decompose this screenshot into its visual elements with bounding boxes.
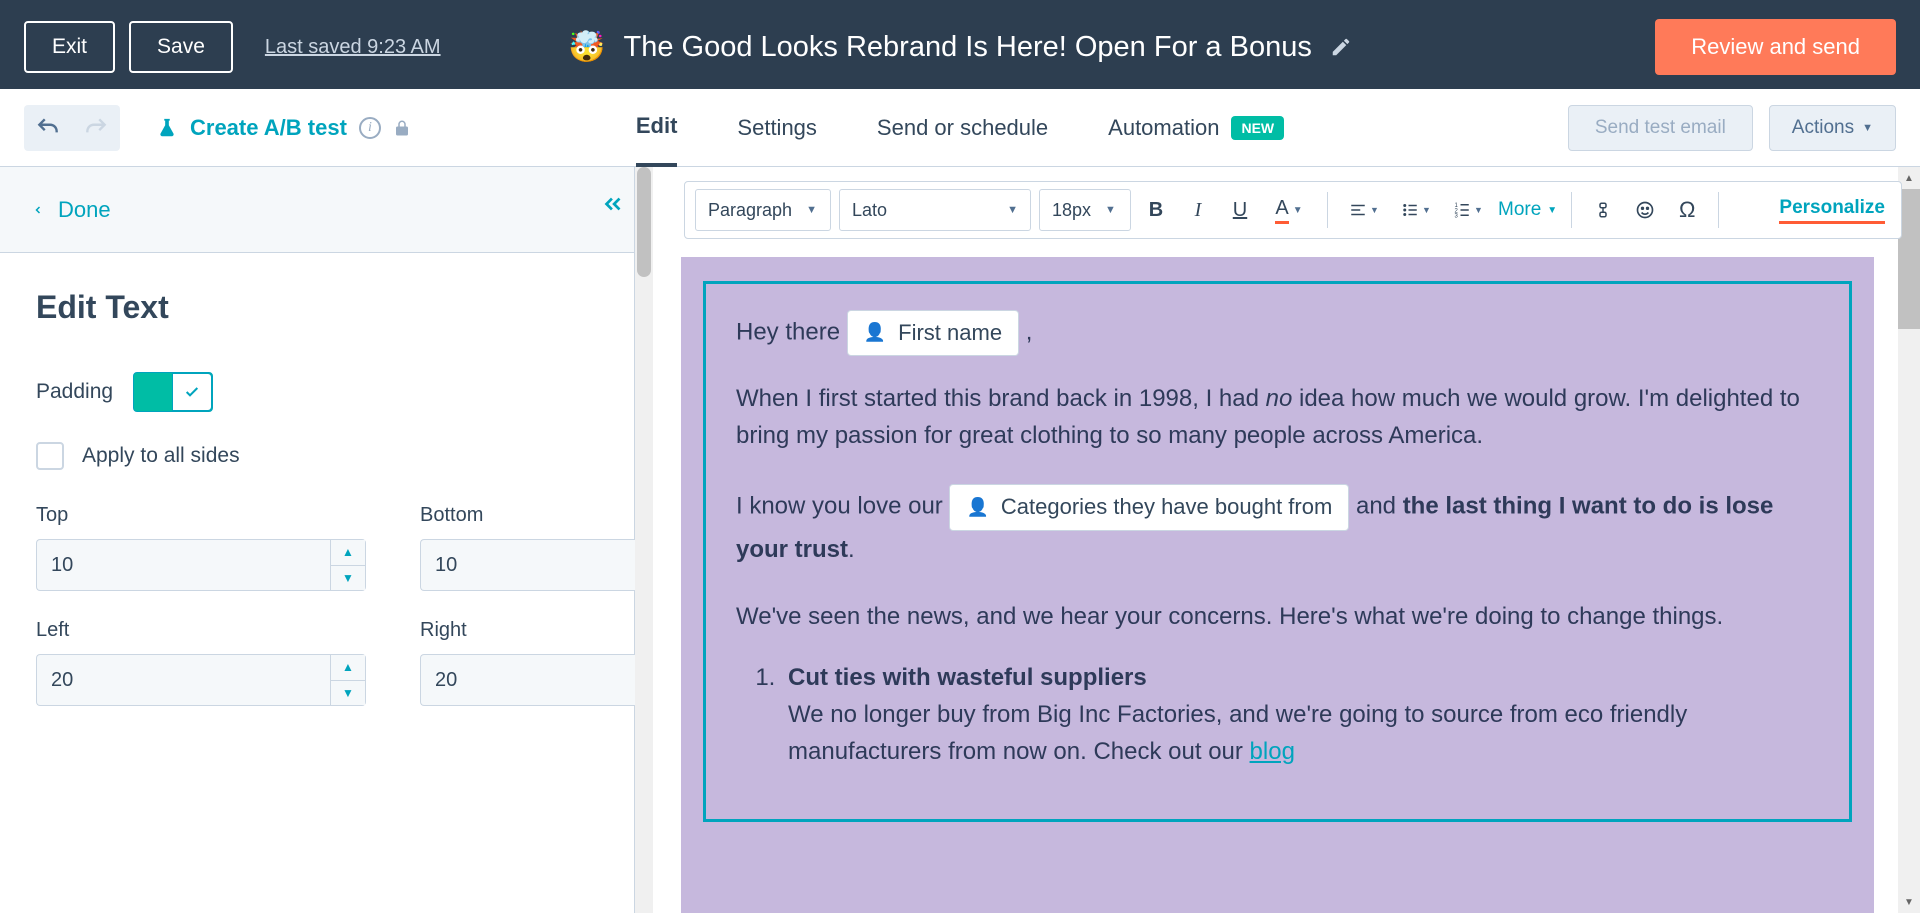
left-panel: Done Edit Text Padding Apply to all side… [0, 167, 635, 913]
email-canvas: Hey there 👤First name , When I first sta… [681, 257, 1874, 913]
padding-left-input[interactable] [36, 654, 330, 706]
person-icon: 👤 [966, 494, 988, 522]
top-label: Top [36, 504, 366, 527]
token-categories[interactable]: 👤Categories they have bought from [949, 484, 1349, 530]
tab-settings[interactable]: Settings [737, 89, 817, 167]
personalize-button[interactable]: Personalize [1779, 197, 1885, 224]
link-button[interactable] [1586, 193, 1620, 227]
svg-text:3: 3 [1455, 214, 1459, 220]
left-step-down[interactable]: ▼ [331, 681, 365, 706]
padding-top-input[interactable] [36, 539, 330, 591]
italic-button[interactable]: I [1181, 193, 1215, 227]
flask-icon [156, 116, 178, 140]
tab-automation[interactable]: AutomationNEW [1108, 89, 1284, 167]
inner-scrollbar[interactable] [635, 167, 653, 913]
edit-title-icon[interactable] [1330, 36, 1352, 58]
info-icon[interactable]: i [359, 117, 381, 139]
review-and-send-button[interactable]: Review and send [1655, 19, 1896, 75]
divider [1571, 192, 1572, 228]
padding-label: Padding [36, 380, 113, 404]
lock-icon [393, 118, 411, 138]
apply-all-sides-checkbox[interactable] [36, 442, 64, 470]
last-saved-text: Last saved 9:23 AM [265, 36, 441, 59]
format-toolbar: Paragraph▼ Lato▼ 18px▼ B I U A ▼ ▼ ▼ 123… [684, 181, 1902, 239]
page-scrollbar[interactable]: ▲ ▼ [1898, 167, 1920, 913]
token-first-name[interactable]: 👤First name [847, 310, 1019, 356]
panel-title: Edit Text [36, 289, 598, 326]
new-badge: NEW [1231, 116, 1284, 140]
apply-all-sides-label: Apply to all sides [82, 444, 240, 468]
toggle-knob [172, 373, 212, 411]
numbered-list-button[interactable]: 123▼ [1446, 193, 1490, 227]
collapse-panel-icon[interactable] [600, 191, 626, 217]
person-icon: 👤 [864, 319, 886, 347]
topbar: Exit Save Last saved 9:23 AM 🤯 The Good … [0, 5, 1920, 89]
undo-button[interactable] [24, 105, 72, 151]
padding-toggle[interactable] [133, 372, 213, 412]
more-dropdown[interactable]: More▼ [1498, 199, 1557, 221]
italic-no: no [1266, 385, 1293, 412]
top-step-down[interactable]: ▼ [331, 566, 365, 591]
exit-button[interactable]: Exit [24, 21, 115, 73]
text-block[interactable]: Hey there 👤First name , When I first sta… [703, 281, 1852, 822]
create-ab-test-link[interactable]: Create A/B test [190, 115, 347, 141]
size-select[interactable]: 18px▼ [1039, 189, 1131, 231]
panel-header: Done [0, 167, 634, 253]
email-title[interactable]: The Good Looks Rebrand Is Here! Open For… [624, 31, 1312, 64]
list-item-1: Cut ties with wasteful suppliers We no l… [782, 659, 1819, 771]
bold-button[interactable]: B [1139, 193, 1173, 227]
canvas-area: Hey there 👤First name , When I first sta… [635, 167, 1920, 913]
bullet-list-button[interactable]: ▼ [1394, 193, 1438, 227]
top-step-up[interactable]: ▲ [331, 540, 365, 566]
redo-button[interactable] [72, 105, 120, 151]
title-emoji: 🤯 [568, 30, 605, 65]
undo-redo-group [24, 105, 120, 151]
align-button[interactable]: ▼ [1342, 193, 1386, 227]
blog-link[interactable]: blog [1250, 738, 1295, 765]
emoji-button[interactable] [1628, 193, 1662, 227]
underline-button[interactable]: U [1223, 193, 1257, 227]
toolbar: Create A/B test i Edit Settings Send or … [0, 89, 1920, 167]
text-color-button[interactable]: A ▼ [1265, 193, 1313, 227]
divider [1327, 192, 1328, 228]
left-step-up[interactable]: ▲ [331, 655, 365, 681]
greeting-text: Hey there [736, 318, 847, 345]
left-label: Left [36, 619, 366, 642]
done-link[interactable]: Done [32, 197, 111, 223]
divider [1718, 192, 1719, 228]
scroll-down-icon[interactable]: ▼ [1898, 891, 1920, 913]
special-char-button[interactable]: Ω [1670, 193, 1704, 227]
style-select[interactable]: Paragraph▼ [695, 189, 831, 231]
send-test-email-button[interactable]: Send test email [1568, 105, 1753, 151]
tab-send-or-schedule[interactable]: Send or schedule [877, 89, 1048, 167]
save-button[interactable]: Save [129, 21, 233, 73]
tab-edit[interactable]: Edit [636, 89, 678, 167]
font-select[interactable]: Lato▼ [839, 189, 1031, 231]
actions-dropdown[interactable]: Actions▼ [1769, 105, 1896, 151]
p3: We've seen the news, and we hear your co… [736, 598, 1819, 635]
